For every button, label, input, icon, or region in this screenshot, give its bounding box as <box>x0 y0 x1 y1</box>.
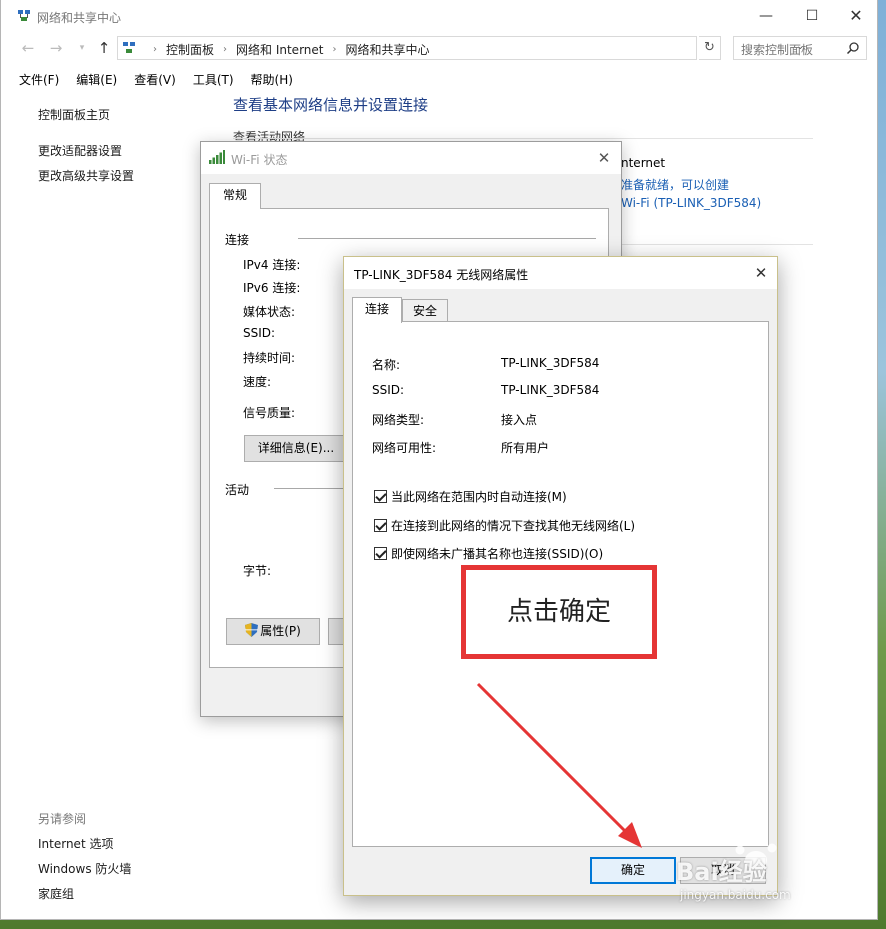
properties-button[interactable]: 属性(P) <box>226 618 320 645</box>
activity-group-label: 活动 <box>225 483 250 497</box>
properties-button-label: 属性(P) <box>260 624 301 638</box>
duration-label: 持续时间: <box>243 351 296 365</box>
network-type-label: 网络类型: <box>372 413 425 427</box>
back-button[interactable]: ← <box>17 36 39 60</box>
properties-titlebar: TP-LINK_3DF584 无线网络属性 ✕ <box>344 257 777 289</box>
ipv4-label: IPv4 连接: <box>243 258 301 272</box>
search-icon <box>846 42 859 55</box>
properties-dialog-title: TP-LINK_3DF584 无线网络属性 <box>354 268 529 282</box>
watermark-url: jingyan.baidu.com <box>680 888 791 902</box>
ssid-value: TP-LINK_3DF584 <box>501 383 600 397</box>
look-other-networks-checkbox[interactable] <box>374 519 387 532</box>
network-app-icon <box>18 10 30 21</box>
menu-bar: 文件(F) 编辑(E) 查看(V) 工具(T) 帮助(H) <box>1 70 877 90</box>
main-titlebar: 网络和共享中心 — ☐ ✕ <box>1 0 877 32</box>
connect-hidden-ssid-label: 即使网络未广播其名称也连接(SSID)(O) <box>391 547 604 561</box>
divider <box>233 138 813 139</box>
main-window-title: 网络和共享中心 <box>37 11 122 25</box>
look-other-networks-label: 在连接到此网络的情况下查找其他无线网络(L) <box>391 519 636 533</box>
left-nav-pane: 控制面板主页 更改适配器设置 更改高级共享设置 另请参阅 Internet 选项… <box>1 92 201 919</box>
ok-button[interactable]: 确定 <box>590 857 676 884</box>
auto-connect-checkbox[interactable] <box>374 490 387 503</box>
link-control-panel-home[interactable]: 控制面板主页 <box>38 106 110 123</box>
name-value: TP-LINK_3DF584 <box>501 356 600 370</box>
chevron-right-icon: › <box>153 44 157 55</box>
refresh-button[interactable]: ↻ <box>699 36 721 60</box>
up-button[interactable]: ↑ <box>93 36 115 60</box>
signal-quality-label: 信号质量: <box>243 406 296 420</box>
maximize-button[interactable]: ☐ <box>789 2 835 30</box>
homegroup-status-link[interactable]: 准备就绪，可以创建 <box>621 176 729 193</box>
close-icon[interactable]: ✕ <box>593 148 615 168</box>
annotation-callout-box: 点击确定 <box>461 565 657 659</box>
search-placeholder: 搜索控制面板 <box>741 43 814 57</box>
minimize-button[interactable]: — <box>743 2 789 30</box>
close-button[interactable]: ✕ <box>833 2 877 30</box>
link-change-advanced-sharing[interactable]: 更改高级共享设置 <box>38 167 134 184</box>
tab-connection[interactable]: 连接 <box>352 297 402 323</box>
look-other-networks-checkbox-row[interactable]: 在连接到此网络的情况下查找其他无线网络(L) <box>374 517 635 534</box>
menu-file[interactable]: 文件(F) <box>19 70 59 90</box>
menu-view[interactable]: 查看(V) <box>134 70 176 90</box>
auto-connect-label: 当此网络在范围内时自动连接(M) <box>391 490 567 504</box>
connect-hidden-ssid-checkbox-row[interactable]: 即使网络未广播其名称也连接(SSID)(O) <box>374 545 603 562</box>
speed-label: 速度: <box>243 375 272 389</box>
network-location-icon <box>123 42 135 53</box>
tab-security[interactable]: 安全 <box>402 299 448 323</box>
page-title: 查看基本网络信息并设置连接 <box>233 96 429 114</box>
forward-button[interactable]: → <box>45 36 67 60</box>
bytes-label: 字节: <box>243 564 272 578</box>
ipv6-label: IPv6 连接: <box>243 281 301 295</box>
link-change-adapter-settings[interactable]: 更改适配器设置 <box>38 142 122 159</box>
link-windows-firewall[interactable]: Windows 防火墙 <box>38 860 131 877</box>
name-label: 名称: <box>372 358 401 372</box>
ssid-label: SSID: <box>243 326 276 340</box>
recent-locations-button[interactable]: ▾ <box>71 36 93 60</box>
menu-help[interactable]: 帮助(H) <box>251 70 293 90</box>
search-input[interactable]: 搜索控制面板 <box>733 36 867 60</box>
close-icon[interactable]: ✕ <box>750 263 772 283</box>
breadcrumb-network-sharing-center[interactable]: 网络和共享中心 <box>345 41 429 58</box>
uac-shield-icon <box>245 623 259 637</box>
breadcrumb: › 控制面板 › 网络和 Internet › 网络和共享中心 <box>144 41 430 58</box>
menu-tools[interactable]: 工具(T) <box>193 70 234 90</box>
details-button[interactable]: 详细信息(E)... <box>244 435 348 462</box>
ssid-label: SSID: <box>372 383 405 397</box>
wifi-status-titlebar: Wi-Fi 状态 ✕ <box>201 142 621 174</box>
connection-group-label: 连接 <box>225 233 250 247</box>
wifi-status-title: Wi-Fi 状态 <box>231 153 288 167</box>
wifi-connection-link[interactable]: Wi-Fi (TP-LINK_3DF584) <box>621 196 761 210</box>
network-type-value: 接入点 <box>501 413 538 427</box>
tab-general[interactable]: 常规 <box>209 183 261 209</box>
chevron-right-icon: › <box>223 44 228 55</box>
connect-hidden-ssid-checkbox[interactable] <box>374 547 387 560</box>
breadcrumb-network-internet[interactable]: 网络和 Internet <box>236 41 323 58</box>
network-availability-label: 网络可用性: <box>372 441 437 455</box>
group-divider <box>298 238 596 239</box>
access-type-value: nternet <box>621 156 666 170</box>
annotation-text: 点击确定 <box>506 597 611 627</box>
breadcrumb-control-panel[interactable]: 控制面板 <box>166 41 214 58</box>
watermark-text: Bai经验 <box>676 858 767 886</box>
see-also-header: 另请参阅 <box>38 812 87 826</box>
chevron-right-icon: › <box>332 44 337 55</box>
address-row: ← → ▾ ↑ › 控制面板 › 网络和 Internet › 网络和共享中心 … <box>1 36 877 62</box>
wifi-signal-icon <box>209 150 225 164</box>
link-internet-options[interactable]: Internet 选项 <box>38 835 113 852</box>
media-status-label: 媒体状态: <box>243 305 296 319</box>
network-availability-value: 所有用户 <box>501 441 550 455</box>
baidu-watermark: Bai经验 jingyan.baidu.com <box>676 830 876 910</box>
menu-edit[interactable]: 编辑(E) <box>76 70 117 90</box>
auto-connect-checkbox-row[interactable]: 当此网络在范围内时自动连接(M) <box>374 488 567 505</box>
link-homegroup[interactable]: 家庭组 <box>38 885 74 902</box>
address-bar[interactable]: › 控制面板 › 网络和 Internet › 网络和共享中心 ⌄ <box>117 36 804 60</box>
